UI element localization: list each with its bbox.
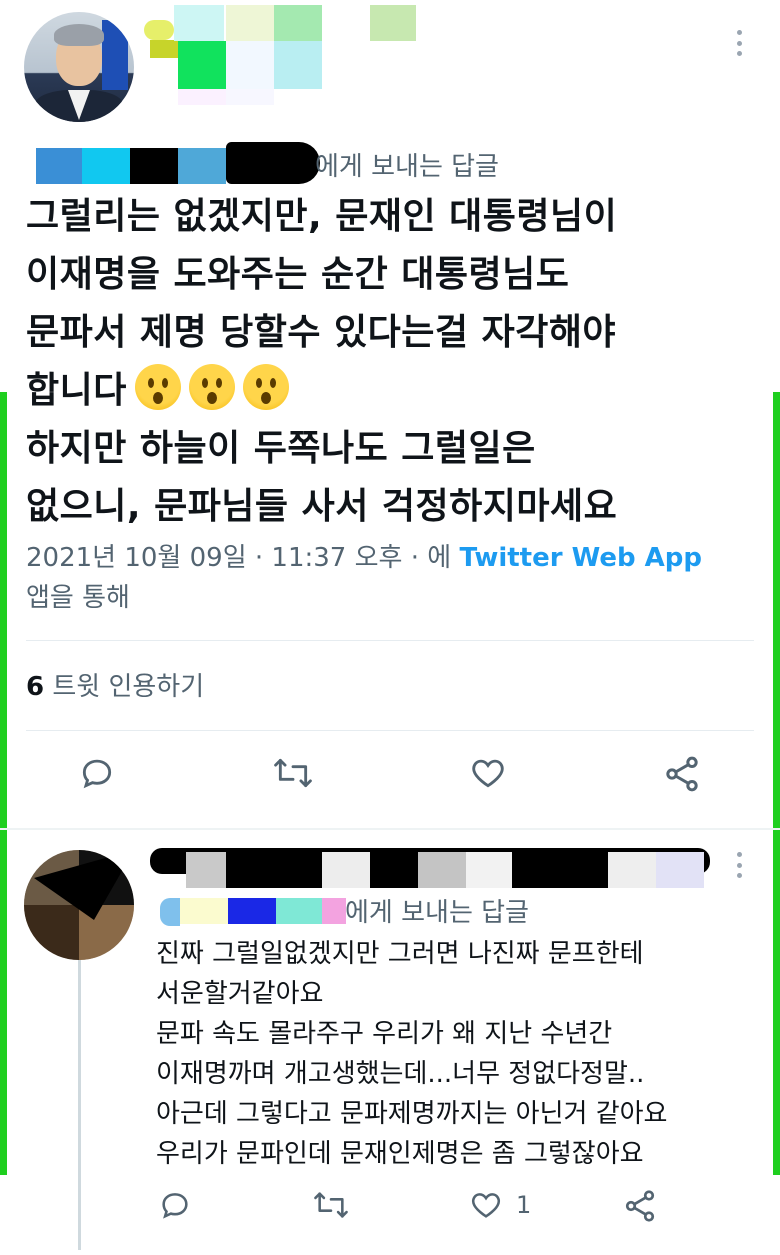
more-icon[interactable] xyxy=(735,30,743,56)
like-count: 1 xyxy=(516,1191,532,1219)
action-bar: 1 xyxy=(0,1188,780,1238)
reply-to-label: 에게 보내는 답글 xyxy=(315,152,499,182)
quote-label: 트윗 인용하기 xyxy=(52,672,205,702)
source-app-link[interactable]: Twitter Web App xyxy=(459,543,702,573)
timestamp[interactable]: 2021년 10월 09일 · 11:37 오후 · 에 xyxy=(26,543,451,573)
astonished-face-emoji-icon xyxy=(134,364,181,410)
tweet-line: 문파 속도 몰라주구 우리가 왜 지난 수년간 xyxy=(156,1019,613,1049)
astonished-face-emoji-icon xyxy=(242,364,289,410)
avatar[interactable] xyxy=(24,12,134,122)
retweet-icon xyxy=(274,758,312,788)
quote-count: 6 xyxy=(26,672,45,702)
avatar[interactable] xyxy=(24,850,134,960)
reply-tweet: 에게 보내는 답글 진짜 그럴일없겠지만 그러면 나진짜 문프한테 서운할거같아… xyxy=(0,830,780,1255)
tweet-line: 없으니, 문파님들 사서 걱정하지마세요 xyxy=(26,486,618,527)
action-bar xyxy=(0,754,780,804)
reply-button[interactable] xyxy=(158,1188,192,1222)
tweet-line: 진짜 그럴일없겠지만 그러면 나진짜 문프한테 xyxy=(156,939,644,969)
tweet-line: 문파서 제명 당할수 있다는걸 자각해야 xyxy=(26,312,617,353)
retweet-icon xyxy=(314,1192,348,1218)
divider xyxy=(26,730,754,731)
like-button[interactable]: 1 xyxy=(468,1188,531,1222)
tweet-line: 그럴리는 없겠지만, 문재인 대통령님이 xyxy=(26,196,618,237)
like-icon xyxy=(471,1193,501,1218)
tweet-line: 합니다 xyxy=(26,370,127,411)
tweet-line: 하지만 하늘이 두쪽나도 그럴일은 xyxy=(26,428,536,469)
like-icon xyxy=(472,759,504,788)
tweet-line-with-emoji: 합니다 xyxy=(26,362,766,420)
tweet-text: 그럴리는 없겠지만, 문재인 대통령님이 이재명을 도와주는 순간 대통령님도 … xyxy=(26,188,766,536)
reply-icon xyxy=(82,759,112,789)
tweet-line: 서운할거같아요 xyxy=(156,979,324,1009)
hair-shape xyxy=(54,24,104,46)
astonished-face-emoji-icon xyxy=(188,364,235,410)
reply-icon xyxy=(162,1193,188,1219)
tweet-line: 이재명을 도와주는 순간 대통령님도 xyxy=(26,254,570,295)
divider xyxy=(26,640,754,641)
tweet-line: 이재명까며 개고생했는데...너무 정없다정말.. xyxy=(156,1059,645,1089)
share-icon xyxy=(625,1190,655,1222)
share-button[interactable] xyxy=(622,1188,658,1224)
retweet-button[interactable] xyxy=(272,754,314,792)
like-button[interactable] xyxy=(468,754,508,792)
tweet-line: 아근데 그렇다고 문파제명까지는 아닌거 같아요 xyxy=(156,1099,668,1129)
main-tweet: 에게 보내는 답글 그럴리는 없겠지만, 문재인 대통령님이 이재명을 도와주는… xyxy=(0,0,780,830)
source-suffix: 앱을 통해 xyxy=(26,583,130,613)
tweet-line: 우리가 문파인데 문재인제명은 좀 그렇잖아요 xyxy=(156,1139,644,1169)
share-icon xyxy=(666,756,698,792)
flag-shape xyxy=(102,20,128,90)
reply-button[interactable] xyxy=(78,754,116,792)
share-button[interactable] xyxy=(662,754,702,794)
reply-to-label: 에게 보내는 답글 xyxy=(345,898,529,928)
tweet-meta: 2021년 10월 09일 · 11:37 오후 · 에 Twitter Web… xyxy=(26,538,766,618)
more-icon[interactable] xyxy=(735,852,743,878)
tweet-text: 진짜 그럴일없겠지만 그러면 나진짜 문프한테 서운할거같아요 문파 속도 몰라… xyxy=(156,934,756,1174)
retweet-button[interactable] xyxy=(312,1188,350,1222)
quote-tweets-link[interactable]: 6 트윗 인용하기 xyxy=(26,666,204,703)
